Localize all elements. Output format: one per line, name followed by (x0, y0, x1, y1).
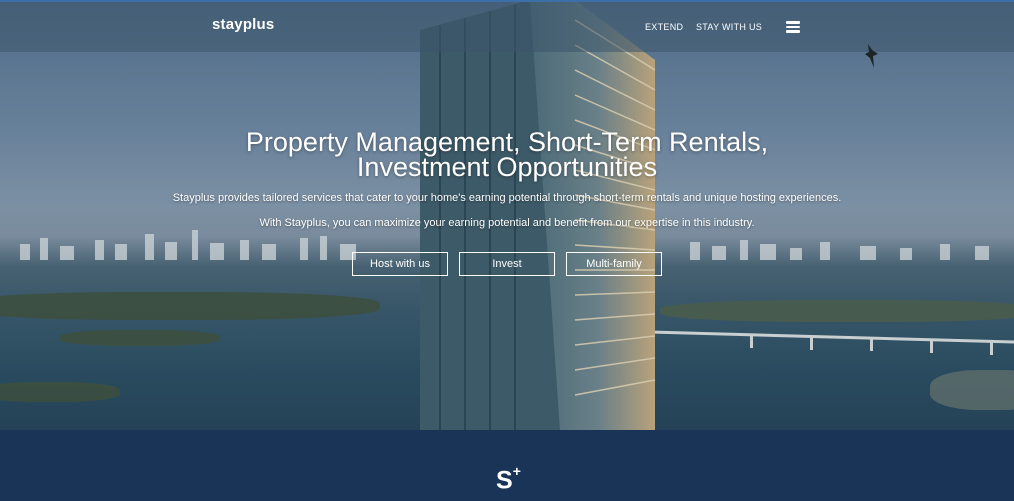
multi-family-button[interactable]: Multi-family (566, 252, 662, 276)
hero-title-line-2: Investment Opportunities (356, 152, 658, 182)
footer-section: S+ (0, 430, 1014, 501)
hero-title: Property Management, Short-Term Rentals,… (0, 129, 1014, 182)
host-with-us-button[interactable]: Host with us (352, 252, 448, 276)
hamburger-menu-icon[interactable] (786, 21, 800, 33)
nav-link-extend[interactable]: EXTEND (645, 22, 683, 32)
hero-subtitle-1: Stayplus provides tailored services that… (172, 192, 842, 204)
stayplus-logo[interactable]: stayplus (212, 16, 274, 33)
hero-subtitle-2: With Stayplus, you can maximize your ear… (259, 217, 755, 229)
bird-silhouette (865, 44, 878, 68)
invest-button[interactable]: Invest (459, 252, 555, 276)
mark-letter: S (496, 466, 513, 495)
hero-content: Property Management, Short-Term Rentals,… (0, 129, 1014, 230)
mark-plus: + (512, 463, 521, 479)
stayplus-mark-logo: S+ (496, 462, 521, 493)
bridge (650, 330, 1014, 355)
nav-link-stay-with-us[interactable]: STAY WITH US (696, 22, 762, 32)
